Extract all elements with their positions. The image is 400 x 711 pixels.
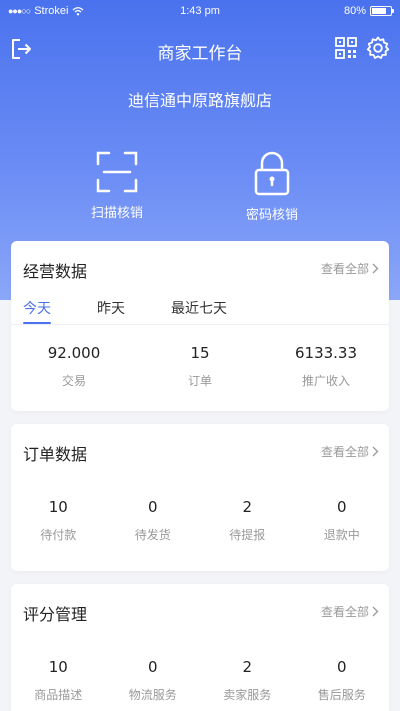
tab-today[interactable]: 今天: [23, 298, 51, 324]
stat-value: 0: [336, 658, 347, 676]
qr-code-icon[interactable]: [334, 36, 360, 62]
rating-management-title: 评分管理: [23, 605, 88, 624]
business-data-card: 经营数据 查看全部 今天 昨天 最近七天 92.000 交易 15 订单 613…: [11, 241, 389, 411]
rating-management-card: 评分管理 查看全部 10 商品描述 0 物流服务 2 卖家服务 0 售后服务: [11, 584, 389, 711]
battery-percent: 80%: [343, 5, 366, 17]
stat-label: 退款中: [323, 528, 360, 542]
stat-pending-payment[interactable]: 10 待付款: [11, 498, 106, 543]
orders-view-all-label: 查看全部: [320, 445, 369, 459]
ratings-view-all-link[interactable]: 查看全部: [321, 603, 379, 620]
order-data-card: 订单数据 查看全部 10 待付款 0 待发货 2 待提报 0 退款中: [11, 424, 389, 571]
password-verify-button[interactable]: 密码核销: [212, 150, 332, 223]
stat-label: 交易: [61, 374, 86, 388]
divider: [11, 324, 389, 325]
stat-refunding[interactable]: 0 退款中: [295, 498, 390, 543]
stat-value: 15: [190, 344, 210, 362]
chevron-right-icon: [372, 606, 379, 617]
scan-verify-label: 扫描核销: [90, 206, 143, 221]
stat-label: 售后服务: [317, 688, 366, 702]
stat-logistics-service[interactable]: 0 物流服务: [106, 658, 201, 703]
stat-label: 订单: [187, 374, 212, 388]
stat-value: 0: [336, 498, 347, 516]
clock: 1:43 pm: [180, 5, 220, 17]
order-stats: 10 待付款 0 待发货 2 待提报 0 退款中: [11, 498, 389, 543]
stat-value: 6133.33: [294, 344, 358, 362]
stat-value: 10: [48, 498, 68, 516]
store-name: 迪信通中原路旗舰店: [127, 91, 272, 110]
stat-promotion-income[interactable]: 6133.33 推广收入: [263, 344, 389, 389]
battery-icon: [370, 6, 394, 16]
business-stats: 92.000 交易 15 订单 6133.33 推广收入: [11, 344, 389, 389]
stat-pending-shipment[interactable]: 0 待发货: [106, 498, 201, 543]
password-verify-label: 密码核销: [245, 208, 298, 223]
gear-icon[interactable]: [365, 35, 391, 61]
stat-label: 待发货: [134, 528, 171, 542]
tab-last-seven-days[interactable]: 最近七天: [171, 298, 227, 324]
stat-value: 92.000: [47, 344, 101, 362]
stat-value: 2: [242, 498, 253, 516]
chevron-right-icon: [372, 446, 379, 457]
business-view-all-link[interactable]: 查看全部: [321, 260, 379, 277]
business-data-title: 经营数据: [23, 262, 88, 281]
stat-label: 推广收入: [301, 374, 350, 388]
stat-seller-service[interactable]: 2 卖家服务: [200, 658, 295, 703]
battery-level: [372, 8, 386, 14]
stat-label: 商品描述: [34, 688, 83, 702]
stat-pending-submission[interactable]: 2 待提报: [200, 498, 295, 543]
stat-label: 待提报: [229, 528, 266, 542]
orders-view-all-link[interactable]: 查看全部: [321, 443, 379, 460]
stat-after-sales-service[interactable]: 0 售后服务: [295, 658, 390, 703]
stat-value: 0: [147, 498, 158, 516]
status-bar: ●●●○○ Strokei 1:43 pm 80%: [0, 0, 400, 24]
stat-label: 待付款: [40, 528, 77, 542]
stat-value: 2: [242, 658, 253, 676]
tab-yesterday[interactable]: 昨天: [97, 298, 125, 324]
date-range-tabs: 今天 昨天 最近七天: [23, 298, 273, 324]
stat-product-description[interactable]: 10 商品描述: [11, 658, 106, 703]
stat-value: 10: [48, 658, 68, 676]
stat-orders[interactable]: 15 订单: [137, 344, 263, 389]
ratings-view-all-label: 查看全部: [320, 605, 369, 619]
business-view-all-label: 查看全部: [320, 262, 369, 276]
order-data-title: 订单数据: [23, 445, 88, 464]
stat-label: 物流服务: [128, 688, 177, 702]
nav-bar: 商家工作台: [0, 30, 400, 68]
lock-icon: [254, 151, 290, 196]
rating-stats: 10 商品描述 0 物流服务 2 卖家服务 0 售后服务: [11, 658, 389, 703]
stat-label: 卖家服务: [223, 688, 272, 702]
scan-verify-button[interactable]: 扫描核销: [57, 150, 177, 221]
stat-transactions[interactable]: 92.000 交易: [11, 344, 137, 389]
stat-value: 0: [147, 658, 158, 676]
chevron-right-icon: [372, 263, 379, 274]
scan-icon: [96, 151, 138, 193]
